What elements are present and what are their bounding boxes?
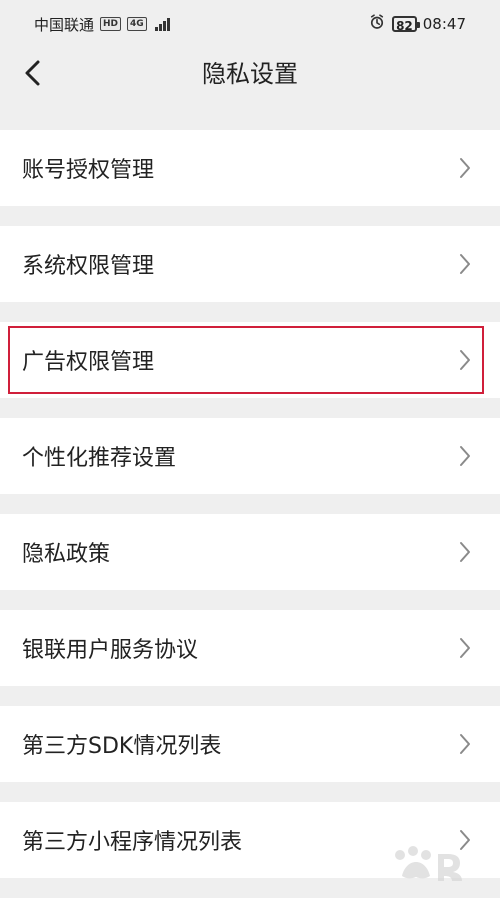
menu-item-unionpay-user-agreement[interactable]: 银联用户服务协议 [0, 610, 500, 686]
chevron-right-icon [458, 157, 472, 179]
status-left: 中国联通 HD 4G [34, 14, 170, 35]
menu-item-label: 广告权限管理 [22, 350, 155, 375]
chevron-right-icon [458, 541, 472, 563]
status-time: 08:47 [422, 15, 466, 33]
signal-icon [154, 17, 170, 31]
menu-item-account-authorization[interactable]: 账号授权管理 [0, 130, 500, 206]
menu-item-third-party-sdk-list[interactable]: 第三方SDK情况列表 [0, 706, 500, 782]
status-right: 82 08:47 [368, 13, 466, 35]
menu-item-privacy-policy[interactable]: 隐私政策 [0, 514, 500, 590]
menu-item-label: 系统权限管理 [22, 254, 155, 279]
page-header: 隐私设置 [0, 48, 500, 104]
menu-item-label: 隐私政策 [22, 542, 111, 567]
privacy-settings-menu: 账号授权管理 系统权限管理 广告权限管理 个性化推荐设置 隐私政策 银联用户服务… [0, 130, 500, 898]
network-icon: 4G [127, 17, 147, 31]
menu-item-label: 第三方小程序情况列表 [22, 830, 243, 855]
menu-item-third-party-mini-program-list[interactable]: 第三方小程序情况列表 [0, 802, 500, 878]
alarm-icon [368, 13, 386, 35]
chevron-right-icon [458, 445, 472, 467]
chevron-right-icon [458, 829, 472, 851]
menu-item-label: 银联用户服务协议 [22, 638, 199, 663]
menu-item-personalized-recommendation[interactable]: 个性化推荐设置 [0, 418, 500, 494]
menu-item-label: 账号授权管理 [22, 158, 155, 183]
menu-item-label: 第三方SDK情况列表 [22, 734, 222, 759]
page-title: 隐私设置 [202, 60, 298, 88]
chevron-right-icon [458, 637, 472, 659]
hd-badge-icon: HD [100, 17, 122, 31]
chevron-right-icon [458, 253, 472, 275]
carrier-name: 中国联通 [34, 15, 95, 34]
menu-item-system-permissions[interactable]: 系统权限管理 [0, 226, 500, 302]
chevron-right-icon [458, 349, 472, 371]
chevron-right-icon [458, 733, 472, 755]
menu-item-ad-permissions[interactable]: 广告权限管理 [0, 322, 500, 398]
battery-icon: 82 [392, 16, 420, 33]
status-bar: 中国联通 HD 4G 82 08:47 [0, 0, 500, 48]
menu-item-label: 个性化推荐设置 [22, 446, 177, 471]
